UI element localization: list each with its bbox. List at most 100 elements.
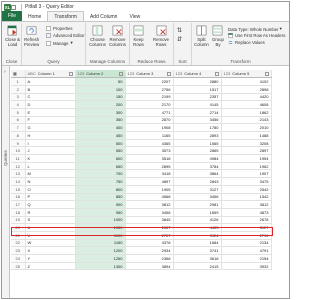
tab-view[interactable]: View bbox=[123, 12, 146, 21]
column-header-1[interactable]: ABC Column 1 bbox=[25, 70, 76, 79]
table-cell[interactable]: 2154 bbox=[221, 254, 272, 263]
table-cell[interactable]: 3418 bbox=[125, 169, 174, 179]
table-cell[interactable]: 2756 bbox=[125, 85, 174, 94]
choose-columns-button[interactable]: Choose Columns bbox=[89, 25, 106, 47]
column-header-4[interactable]: 123 Column 4 bbox=[173, 70, 222, 79]
table-cell[interactable]: L bbox=[25, 162, 76, 171]
row-number[interactable]: 15 bbox=[11, 185, 26, 194]
table-cell[interactable]: E bbox=[25, 108, 76, 117]
table-row[interactable]: 2 B 100 2756 1517 2898 bbox=[11, 85, 272, 94]
table-row[interactable]: 21 V 1100 2727 3924 2796 bbox=[11, 231, 272, 240]
filter-dropdown-icon[interactable] bbox=[264, 72, 269, 77]
table-row[interactable]: 23 X 1200 2934 3741 4791 bbox=[11, 246, 272, 255]
table-row[interactable]: 15 O 800 1905 3127 2542 bbox=[11, 185, 272, 194]
table-cell[interactable]: 4984 bbox=[173, 154, 222, 163]
table-cell[interactable]: 700 bbox=[75, 169, 126, 179]
table-cell[interactable]: 3812 bbox=[221, 200, 272, 209]
table-cell[interactable]: I bbox=[25, 139, 76, 148]
table-cell[interactable]: 3845 bbox=[125, 216, 174, 225]
table-cell[interactable]: 1517 bbox=[173, 85, 222, 94]
table-cell[interactable]: 4568 bbox=[125, 193, 174, 202]
table-cell[interactable]: R bbox=[25, 208, 76, 217]
table-cell[interactable]: 150 bbox=[75, 93, 126, 102]
table-cell[interactable]: 3894 bbox=[125, 262, 174, 271]
table-cell[interactable]: D bbox=[25, 100, 76, 109]
row-number[interactable]: 23 bbox=[11, 246, 26, 255]
manage-button[interactable]: Manage ▾ bbox=[46, 40, 73, 46]
table-cell[interactable]: 1684 bbox=[173, 239, 222, 248]
filter-dropdown-icon[interactable] bbox=[166, 72, 171, 77]
table-cell[interactable]: C bbox=[25, 93, 76, 102]
table-cell[interactable]: 100 bbox=[75, 85, 126, 94]
table-cell[interactable]: S bbox=[25, 216, 76, 225]
table-row[interactable]: 10 J 550 3573 2865 2897 bbox=[11, 146, 272, 156]
keep-rows-button[interactable]: Keep Rows bbox=[133, 25, 144, 47]
replace-values-button[interactable]: Replace Values bbox=[228, 40, 265, 45]
row-number[interactable]: 11 bbox=[11, 154, 26, 163]
table-cell[interactable]: 1050 bbox=[75, 223, 126, 232]
column-header-2[interactable]: 123 Column 2 bbox=[75, 70, 126, 79]
table-cell[interactable]: 4897 bbox=[125, 177, 174, 186]
table-cell[interactable]: 1905 bbox=[125, 185, 174, 194]
sort-descending-button[interactable]: ⇵ bbox=[177, 36, 182, 43]
table-cell[interactable]: 3573 bbox=[125, 146, 174, 156]
table-row[interactable]: 19 S 1000 3845 4126 2678 bbox=[11, 216, 272, 225]
use-first-row-button[interactable]: Use First Row As Headers bbox=[228, 33, 285, 38]
table-row[interactable]: 7 G 400 1908 1780 2010 bbox=[11, 123, 272, 132]
table-cell[interactable]: 2934 bbox=[125, 246, 174, 255]
tab-file[interactable]: File bbox=[2, 11, 22, 21]
table-cell[interactable]: 1150 bbox=[75, 239, 126, 248]
table-cell[interactable]: 1907 bbox=[221, 169, 272, 179]
row-number[interactable]: 4 bbox=[11, 100, 26, 109]
table-row[interactable]: 16 P 850 4568 3456 1542 bbox=[11, 193, 272, 202]
row-number[interactable]: 24 bbox=[11, 254, 26, 263]
table-cell[interactable]: W bbox=[25, 239, 76, 248]
table-cell[interactable]: 4791 bbox=[221, 246, 272, 255]
row-number[interactable]: 20 bbox=[11, 223, 26, 232]
table-cell[interactable]: 1250 bbox=[75, 254, 126, 263]
table-cell[interactable]: 1862 bbox=[221, 108, 272, 117]
table-cell[interactable]: Z bbox=[25, 262, 76, 271]
table-cell[interactable]: 3456 bbox=[173, 116, 222, 125]
table-cell[interactable]: 2843 bbox=[173, 177, 222, 186]
table-cell[interactable]: Y bbox=[25, 254, 76, 263]
table-cell[interactable]: Q bbox=[25, 200, 76, 209]
column-header-3[interactable]: 123 Column 3 bbox=[125, 70, 174, 79]
table-row[interactable]: 8 H 450 1165 2893 1488 bbox=[11, 131, 272, 140]
table-cell[interactable]: 2898 bbox=[221, 85, 272, 94]
row-number[interactable]: 13 bbox=[11, 169, 26, 179]
column-type-icon[interactable]: 123 bbox=[128, 71, 135, 76]
row-number[interactable]: 3 bbox=[11, 93, 26, 102]
table-cell[interactable]: 2714 bbox=[173, 108, 222, 117]
table-cell[interactable]: 3208 bbox=[221, 139, 272, 148]
advanced-editor-button[interactable]: Advanced Editor bbox=[46, 33, 85, 38]
table-cell[interactable]: A bbox=[25, 77, 76, 86]
table-row[interactable]: 9 I 500 4365 1565 3208 bbox=[11, 139, 272, 148]
table-row[interactable]: 5 E 300 4771 2714 1862 bbox=[11, 108, 272, 117]
table-cell[interactable]: 1488 bbox=[221, 131, 272, 140]
table-cell[interactable]: 3458 bbox=[125, 208, 174, 217]
table-row[interactable]: 18 R 950 3458 1659 4873 bbox=[11, 208, 272, 217]
table-cell[interactable]: 1908 bbox=[125, 123, 174, 132]
table-cell[interactable]: U bbox=[25, 223, 76, 232]
table-cell[interactable]: 1659 bbox=[173, 208, 222, 217]
table-cell[interactable]: 4102 bbox=[221, 77, 272, 86]
sort-ascending-button[interactable]: ⇅ bbox=[177, 27, 182, 34]
table-cell[interactable]: 1165 bbox=[125, 131, 174, 140]
table-cell[interactable]: 1300 bbox=[75, 262, 126, 271]
table-cell[interactable]: 2357 bbox=[173, 93, 222, 102]
table-cell[interactable]: 2134 bbox=[221, 239, 272, 248]
filter-dropdown-icon[interactable] bbox=[214, 72, 219, 77]
table-cell[interactable]: 3812 bbox=[125, 200, 174, 209]
table-menu-icon[interactable]: ▦ bbox=[13, 71, 17, 76]
table-row[interactable]: 20 U 1050 2657 4453 3127 bbox=[11, 223, 272, 232]
table-cell[interactable]: F bbox=[25, 116, 76, 125]
column-type-icon[interactable]: 123 bbox=[78, 71, 85, 76]
table-cell[interactable]: 2981 bbox=[173, 200, 222, 209]
row-number[interactable]: 2 bbox=[11, 85, 26, 94]
table-cell[interactable]: 450 bbox=[75, 131, 126, 140]
table-cell[interactable]: 850 bbox=[75, 193, 126, 202]
tab-transform[interactable]: Transform bbox=[47, 11, 84, 21]
row-number[interactable]: 10 bbox=[11, 146, 26, 156]
table-row[interactable]: 4 D 200 2170 4145 4608 bbox=[11, 100, 272, 109]
